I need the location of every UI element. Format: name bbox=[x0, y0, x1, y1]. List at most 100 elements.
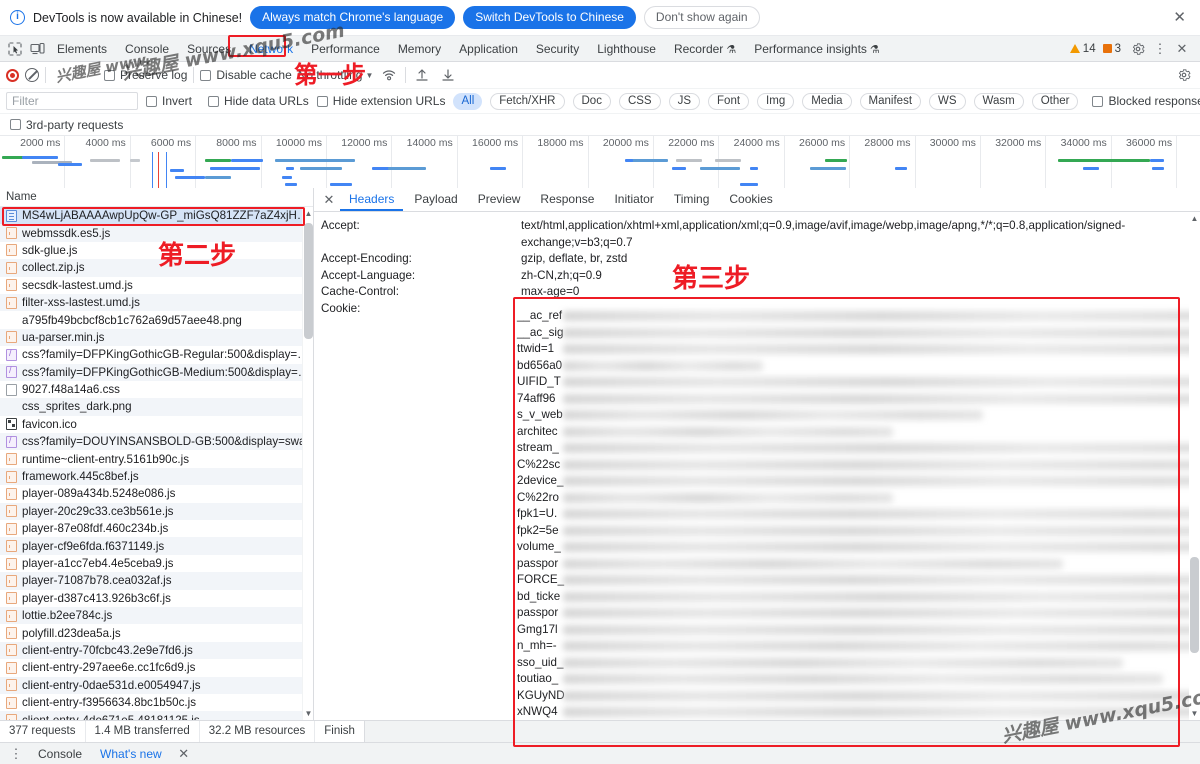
dont-show-again-button[interactable]: Don't show again bbox=[643, 6, 760, 29]
close-panel-icon[interactable]: ✕ bbox=[320, 193, 338, 206]
type-filter-wasm[interactable]: Wasm bbox=[973, 92, 1024, 110]
warning-count-chip[interactable]: 14 bbox=[1069, 43, 1096, 55]
request-list-item[interactable]: runtime~client-entry.5161b90c.js bbox=[0, 450, 313, 467]
scroll-up-arrow[interactable]: ▲ bbox=[303, 207, 314, 220]
request-list-item[interactable]: css_sprites_dark.png bbox=[0, 398, 313, 416]
tab-timing[interactable]: Timing bbox=[665, 188, 719, 211]
column-header-name[interactable]: Name bbox=[0, 188, 313, 207]
tab-performance[interactable]: Performance bbox=[302, 36, 389, 62]
type-filter-js[interactable]: JS bbox=[668, 92, 701, 110]
hide-data-urls-checkbox[interactable]: Hide data URLs bbox=[208, 94, 309, 108]
hide-extension-urls-checkbox[interactable]: Hide extension URLs bbox=[316, 94, 445, 108]
tab-network[interactable]: Network bbox=[240, 36, 302, 62]
request-list-item[interactable]: secsdk-lastest.umd.js bbox=[0, 277, 313, 294]
network-settings-gear-icon[interactable] bbox=[1174, 65, 1194, 85]
type-filter-font[interactable]: Font bbox=[708, 92, 750, 110]
request-list-item[interactable]: css?family=DFPKingGothicGB-Regular:500&d… bbox=[0, 346, 313, 363]
type-filter-img[interactable]: Img bbox=[757, 92, 795, 110]
preserve-log-checkbox[interactable]: Preserve log bbox=[104, 68, 187, 82]
request-list-item[interactable]: player-20c29c33.ce3b561e.js bbox=[0, 502, 313, 521]
request-list-item[interactable]: player-a1cc7eb4.4e5ceba9.js bbox=[0, 555, 313, 572]
drawer-more-icon[interactable]: ⋮ bbox=[6, 744, 26, 764]
tab-memory[interactable]: Memory bbox=[389, 36, 450, 62]
request-list-item[interactable]: client-entry-4de671e5.48181125.js bbox=[0, 711, 313, 720]
request-list-item[interactable]: player-d387c413.926b3c6f.js bbox=[0, 590, 313, 607]
gear-icon[interactable] bbox=[1128, 39, 1148, 59]
tab-initiator[interactable]: Initiator bbox=[605, 188, 662, 211]
switch-devtools-language-button[interactable]: Switch DevTools to Chinese bbox=[463, 6, 636, 29]
type-filter-ws[interactable]: WS bbox=[929, 92, 966, 110]
request-list-item[interactable]: a795fb49bcbcf8cb1c762a69d57aee48.png bbox=[0, 311, 313, 328]
type-filter-media[interactable]: Media bbox=[802, 92, 852, 110]
always-match-language-button[interactable]: Always match Chrome's language bbox=[250, 6, 456, 29]
type-filter-other[interactable]: Other bbox=[1031, 92, 1079, 110]
tab-security[interactable]: Security bbox=[527, 36, 588, 62]
request-list-item[interactable]: client-entry-0dae531d.e0054947.js bbox=[0, 676, 313, 694]
request-list-item[interactable]: favicon.ico bbox=[0, 416, 313, 433]
network-conditions-icon[interactable] bbox=[379, 65, 399, 85]
throttling-select[interactable]: No throttling ▼ bbox=[298, 68, 374, 82]
disable-cache-checkbox[interactable]: Disable cache bbox=[200, 68, 292, 82]
tab-response[interactable]: Response bbox=[531, 188, 603, 211]
inspect-element-icon[interactable] bbox=[4, 39, 26, 59]
tab-elements[interactable]: Elements bbox=[48, 36, 116, 62]
error-count-chip[interactable]: 3 bbox=[1102, 43, 1121, 55]
tab-lighthouse[interactable]: Lighthouse bbox=[588, 36, 665, 62]
scroll-down-arrow[interactable]: ▼ bbox=[303, 707, 314, 720]
drawer-tab-console[interactable]: Console bbox=[32, 747, 88, 761]
clear-icon[interactable] bbox=[25, 68, 39, 82]
request-list-item[interactable]: player-cf9e6fda.f6371149.js bbox=[0, 537, 313, 555]
request-list-item[interactable]: player-87e08fdf.460c234b.js bbox=[0, 520, 313, 537]
kebab-menu-icon[interactable]: ⋮ bbox=[1150, 39, 1170, 59]
request-list-scrollbar[interactable]: ▲ ▼ bbox=[302, 207, 313, 720]
tab-recorder[interactable]: Recorder ⚗ bbox=[665, 36, 745, 62]
filter-input[interactable] bbox=[6, 92, 138, 110]
type-filter-fetch-xhr[interactable]: Fetch/XHR bbox=[490, 92, 565, 110]
request-list-item[interactable]: client-entry-70fcbc43.2e9e7fd6.js bbox=[0, 641, 313, 660]
scroll-thumb[interactable] bbox=[304, 223, 313, 339]
request-list-item[interactable]: player-089a434b.5248e086.js bbox=[0, 485, 313, 502]
tab-payload[interactable]: Payload bbox=[405, 188, 466, 211]
request-list-item[interactable]: polyfill.d23dea5a.js bbox=[0, 624, 313, 641]
type-filter-doc[interactable]: Doc bbox=[572, 92, 611, 110]
request-list-item[interactable]: framework.445c8bef.js bbox=[0, 467, 313, 486]
invert-checkbox[interactable]: Invert bbox=[146, 94, 192, 108]
drawer-tab-whats-new[interactable]: What's new bbox=[94, 747, 168, 761]
tab-performance-insights[interactable]: Performance insights ⚗ bbox=[745, 36, 889, 62]
tab-console[interactable]: Console bbox=[116, 36, 178, 62]
close-banner-icon[interactable]: ✕ bbox=[1169, 10, 1190, 25]
close-devtools-icon[interactable]: ✕ bbox=[1172, 39, 1192, 59]
device-toolbar-icon[interactable] bbox=[26, 39, 48, 59]
scroll-thumb[interactable] bbox=[1190, 557, 1199, 653]
type-filter-css[interactable]: CSS bbox=[618, 92, 661, 110]
scroll-up-arrow[interactable]: ▲ bbox=[1189, 212, 1200, 225]
record-button[interactable] bbox=[6, 68, 19, 82]
details-scrollbar[interactable]: ▲ ▼ bbox=[1189, 212, 1200, 720]
blocked-response-cookies-checkbox[interactable]: Blocked response cookies bbox=[1092, 94, 1200, 108]
request-list-item[interactable]: client-entry-f3956634.8bc1b50c.js bbox=[0, 694, 313, 711]
tab-headers[interactable]: Headers bbox=[340, 188, 404, 211]
scroll-down-arrow[interactable]: ▼ bbox=[1189, 707, 1200, 720]
request-list-item[interactable]: 9027.f48a14a6.css bbox=[0, 381, 313, 398]
request-list-item[interactable]: webmssdk.es5.js bbox=[0, 224, 313, 242]
request-list-item[interactable]: ua-parser.min.js bbox=[0, 328, 313, 347]
type-filter-manifest[interactable]: Manifest bbox=[859, 92, 922, 110]
close-drawer-icon[interactable]: ✕ bbox=[174, 744, 194, 764]
tab-cookies[interactable]: Cookies bbox=[720, 188, 781, 211]
tab-sources[interactable]: Sources bbox=[178, 36, 240, 62]
request-list-item[interactable]: player-71087b78.cea032af.js bbox=[0, 572, 313, 590]
request-list-item[interactable]: MS4wLjABAAAAwpUpQw-GP_miGsQ81ZZF7aZ4xjHZ… bbox=[0, 207, 313, 225]
tab-preview[interactable]: Preview bbox=[469, 188, 530, 211]
export-har-icon[interactable] bbox=[438, 65, 458, 85]
tab-application[interactable]: Application bbox=[450, 36, 527, 62]
request-list-item[interactable]: sdk-glue.js bbox=[0, 242, 313, 259]
third-party-requests-checkbox[interactable]: 3rd-party requests bbox=[10, 118, 123, 132]
request-list-item[interactable]: client-entry-297aee6e.cc1fc6d9.js bbox=[0, 659, 313, 676]
type-filter-all[interactable]: All bbox=[453, 92, 483, 110]
request-list-item[interactable]: lottie.b2ee784c.js bbox=[0, 606, 313, 625]
request-list-item[interactable]: css?family=DFPKingGothicGB-Medium:500&di… bbox=[0, 363, 313, 381]
request-list[interactable]: MS4wLjABAAAAwpUpQw-GP_miGsQ81ZZF7aZ4xjHZ… bbox=[0, 207, 313, 720]
import-har-icon[interactable] bbox=[412, 65, 432, 85]
request-list-item[interactable]: filter-xss-lastest.umd.js bbox=[0, 293, 313, 312]
request-list-item[interactable]: css?family=DOUYINSANSBOLD-GB:500&display… bbox=[0, 433, 313, 451]
